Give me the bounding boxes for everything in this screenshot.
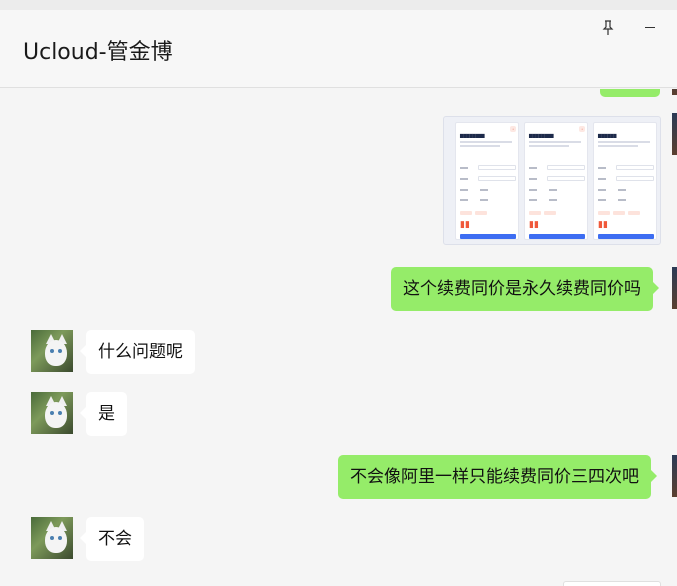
my-avatar[interactable]: [672, 455, 677, 497]
image-panel: ▇▇▇▇▇▇ ▮▮: [593, 122, 657, 240]
minimize-icon[interactable]: [640, 18, 660, 38]
contact-avatar[interactable]: [31, 392, 73, 434]
message-bubble-mine[interactable]: 不会像阿里一样只能续费同价三四次吧: [338, 455, 657, 499]
message-preview-partial[interactable]: [563, 581, 661, 586]
contact-avatar[interactable]: [31, 330, 73, 372]
message-text: 是: [98, 404, 115, 424]
message-text: 不会像阿里一样只能续费同价三四次吧: [350, 467, 639, 487]
message-bubble-partial[interactable]: [600, 89, 660, 97]
chat-title: Ucloud-管金博: [23, 40, 173, 65]
my-avatar[interactable]: [672, 89, 677, 95]
my-avatar[interactable]: [672, 113, 677, 155]
message-text: 不会: [98, 529, 132, 549]
pin-icon[interactable]: [598, 18, 618, 38]
image-panel: • ▇▇▇▇▇▇▇▇ ▮▮: [455, 122, 519, 240]
image-message[interactable]: • ▇▇▇▇▇▇▇▇ ▮▮ • ▇▇▇▇▇▇▇▇ ▮▮ ▇▇▇▇▇▇ ▮▮: [443, 116, 661, 245]
message-text: 这个续费同价是永久续费同价吗: [403, 279, 641, 299]
my-avatar[interactable]: [672, 267, 677, 309]
message-bubble-contact[interactable]: 什么问题呢: [80, 330, 195, 374]
message-bubble-contact[interactable]: 是: [80, 392, 127, 436]
message-text: 什么问题呢: [98, 342, 183, 362]
chat-header: Ucloud-管金博: [0, 10, 677, 88]
image-panel: • ▇▇▇▇▇▇▇▇ ▮▮: [524, 122, 588, 240]
window-top-strip: [0, 0, 677, 10]
message-bubble-mine[interactable]: 这个续费同价是永久续费同价吗: [391, 267, 659, 311]
contact-avatar[interactable]: [31, 517, 73, 559]
message-list[interactable]: • ▇▇▇▇▇▇▇▇ ▮▮ • ▇▇▇▇▇▇▇▇ ▮▮ ▇▇▇▇▇▇ ▮▮ 这个…: [0, 89, 677, 586]
message-bubble-contact[interactable]: 不会: [80, 517, 144, 561]
